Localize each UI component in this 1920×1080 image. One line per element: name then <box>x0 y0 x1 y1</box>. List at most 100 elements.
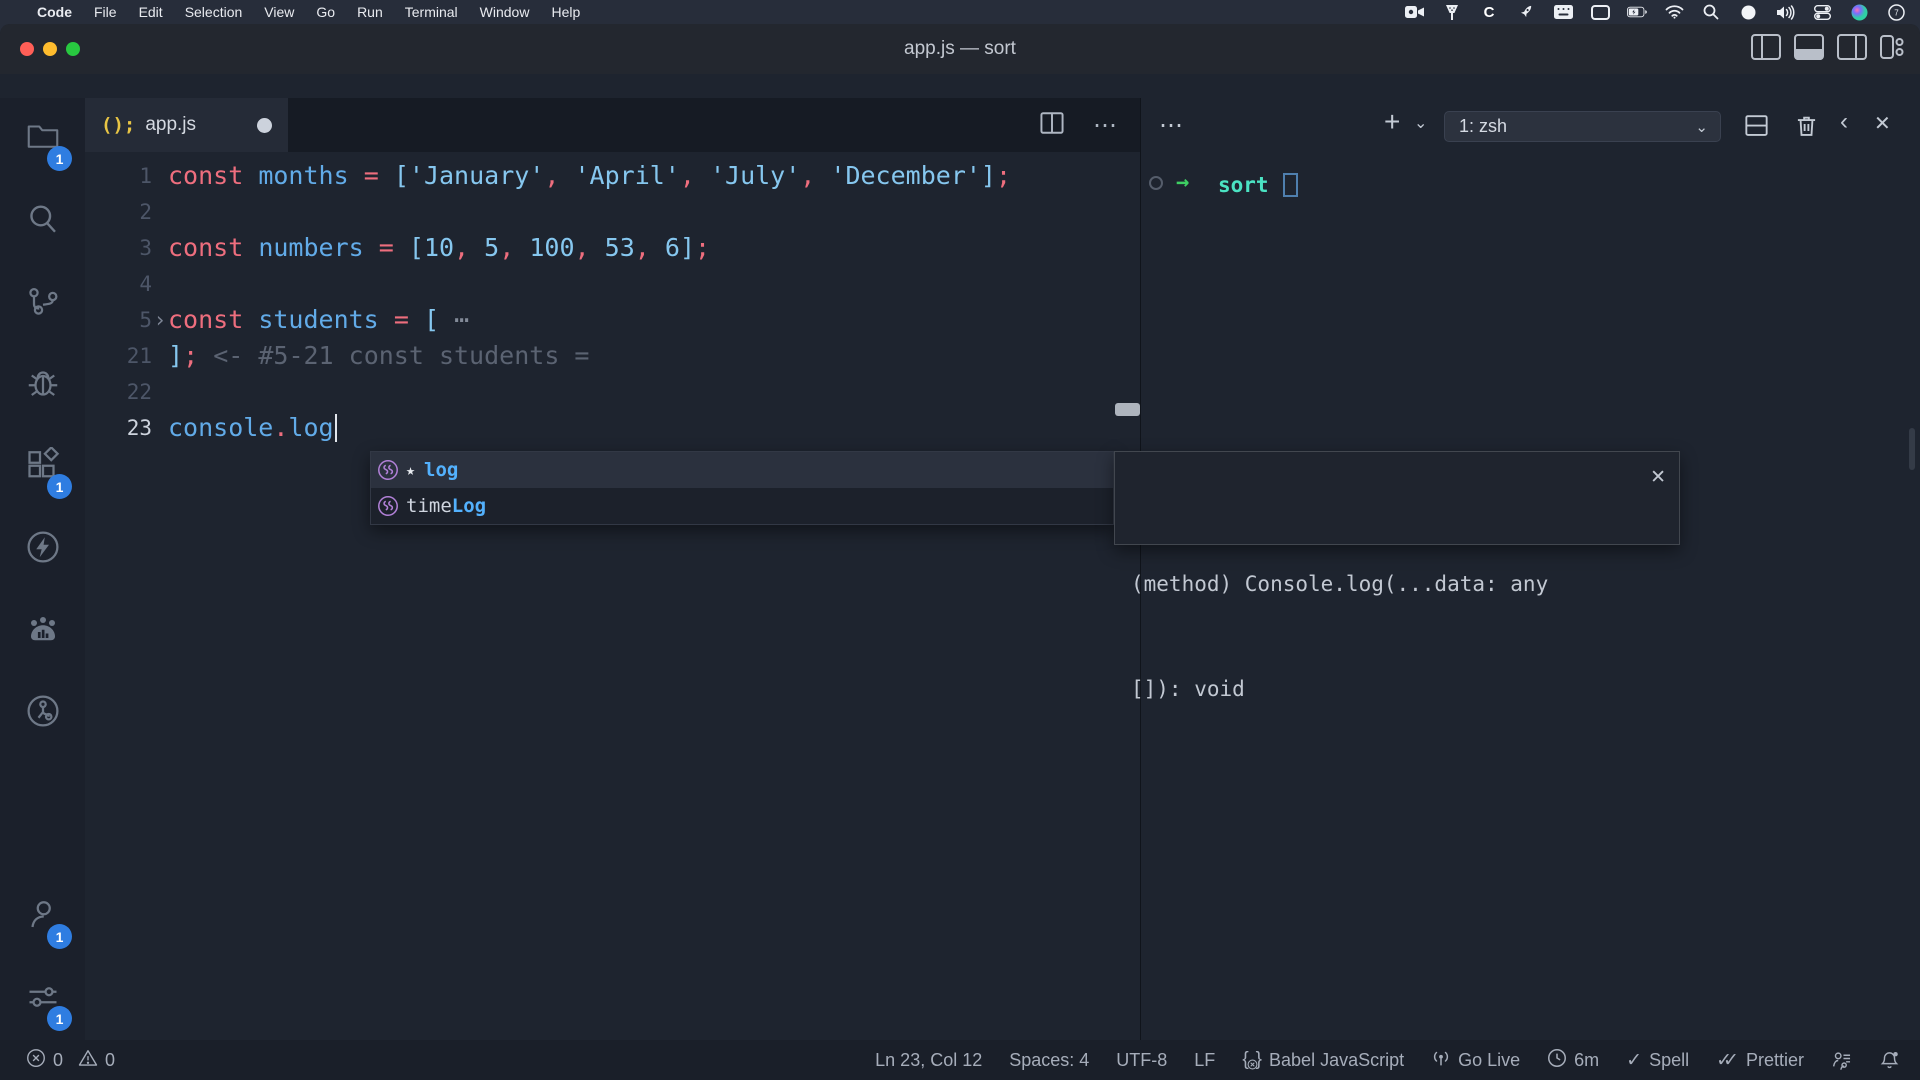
prettier-status[interactable]: ✓✓ Prettier <box>1716 1049 1804 1072</box>
keyboard-icon[interactable] <box>1553 3 1573 21</box>
menu-run[interactable]: Run <box>346 4 394 20</box>
c-logo-icon[interactable]: C <box>1479 3 1499 21</box>
split-terminal-icon[interactable] <box>1744 113 1769 143</box>
docs-signature-line1: (method) Console.log(...data: any <box>1131 567 1663 602</box>
code-line-21[interactable]: 21]; <- #5-21 const students = <box>85 338 1140 374</box>
stage-manager-icon[interactable] <box>1590 3 1610 21</box>
status-bar: 0 0 Ln 23, Col 12 Spaces: 4 UTF-8 LF {} … <box>0 1040 1920 1080</box>
toggle-primary-sidebar-icon[interactable] <box>1751 34 1781 65</box>
suggest-details-popup: ✕ (method) Console.log(...data: any []):… <box>1114 451 1680 545</box>
layout-controls <box>1751 24 1904 74</box>
close-panel-icon[interactable]: ✕ <box>1874 111 1891 136</box>
menu-terminal[interactable]: Terminal <box>394 4 469 20</box>
menu-selection[interactable]: Selection <box>174 4 254 20</box>
minimize-window-button[interactable] <box>43 42 57 56</box>
terminal-profile-select[interactable]: 1: zsh ⌄ <box>1444 111 1721 142</box>
volume-icon[interactable] <box>1775 3 1795 21</box>
new-terminal-icon[interactable]: + <box>1384 106 1400 138</box>
method-icon <box>377 459 399 481</box>
sidebar-item-fork-extension[interactable] <box>0 672 85 754</box>
sidebar-item-source-control[interactable] <box>0 262 85 344</box>
sidebar-item-explorer[interactable]: 1 <box>0 98 85 180</box>
eol-status[interactable]: LF <box>1194 1050 1215 1071</box>
terminal-profile-label: 1: zsh <box>1459 116 1507 137</box>
toggle-panel-icon[interactable] <box>1794 34 1824 65</box>
toggle-secondary-sidebar-icon[interactable] <box>1837 34 1867 65</box>
spotlight-search-icon[interactable] <box>1701 3 1721 21</box>
docs-signature-line2: []): void <box>1131 672 1663 707</box>
panel-chevron-left-icon[interactable]: ‹ <box>1840 108 1848 136</box>
fold-column <box>152 158 168 194</box>
fold-column <box>152 410 168 446</box>
code-line-5[interactable]: 5›const students = [ ⋯ <box>85 302 1140 338</box>
method-icon <box>377 495 399 517</box>
indentation-status[interactable]: Spaces: 4 <box>1009 1050 1089 1071</box>
menu-code[interactable]: Code <box>26 4 83 20</box>
sidebar-item-extensions[interactable]: 1 <box>0 426 85 508</box>
kill-terminal-trash-icon[interactable] <box>1794 113 1819 143</box>
sidebar-item-run-debug[interactable] <box>0 344 85 426</box>
code-line-22[interactable]: 22 <box>85 374 1140 410</box>
timer-clock-icon[interactable]: 7 <box>1886 3 1906 21</box>
terminal-scrollbar[interactable] <box>1909 428 1915 470</box>
rocket-icon[interactable] <box>1516 3 1536 21</box>
editor-more-actions-icon[interactable]: ⋯ <box>1093 111 1118 140</box>
panel-more-actions-icon[interactable]: ⋯ <box>1159 111 1184 140</box>
modified-dot-icon[interactable] <box>257 118 272 133</box>
code-line-1[interactable]: 1const months = ['January', 'April', 'Ju… <box>85 158 1140 194</box>
siri-icon[interactable] <box>1849 3 1869 21</box>
code-line-4[interactable]: 4 <box>85 266 1140 302</box>
close-window-button[interactable] <box>20 42 34 56</box>
cursor-position-status[interactable]: Ln 23, Col 12 <box>875 1050 982 1071</box>
paw-chart-icon <box>25 611 61 652</box>
sidebar-item-settings[interactable]: 1 <box>0 958 85 1040</box>
spell-checker-status[interactable]: ✓ Spell <box>1626 1049 1689 1072</box>
cleanshot-icon[interactable] <box>1442 3 1462 21</box>
timer-status[interactable]: 6m <box>1547 1048 1599 1073</box>
go-live-status[interactable]: Go Live <box>1431 1048 1520 1073</box>
search-icon <box>25 201 61 242</box>
problems-status[interactable]: 0 0 <box>0 1048 123 1073</box>
code-line-3[interactable]: 3const numbers = [10, 5, 100, 53, 6]; <box>85 230 1140 266</box>
tab-app-js[interactable]: (); app.js <box>85 98 288 152</box>
split-editor-icon[interactable] <box>1039 110 1065 141</box>
error-count: 0 <box>53 1050 63 1071</box>
code-line-2[interactable]: 2 <box>85 194 1140 230</box>
encoding-status[interactable]: UTF-8 <box>1116 1050 1167 1071</box>
sidebar-item-search[interactable] <box>0 180 85 262</box>
video-camera-icon[interactable] <box>1405 3 1425 21</box>
code-line-23[interactable]: 23console.log <box>85 410 1140 446</box>
sidebar-item-thunder-client[interactable] <box>0 508 85 590</box>
traffic-lights <box>20 24 80 74</box>
sidebar-item-accounts[interactable]: 1 <box>0 876 85 958</box>
customize-layout-icon[interactable] <box>1880 34 1904 65</box>
command-decoration-icon[interactable] <box>1149 176 1163 190</box>
menu-go[interactable]: Go <box>305 4 346 20</box>
close-icon[interactable]: ✕ <box>1650 460 1666 495</box>
window-titlebar[interactable]: app.js — sort <box>0 24 1920 74</box>
suggest-item-log[interactable]: ★ log <box>371 452 1113 488</box>
code-editor[interactable]: 1const months = ['January', 'April', 'Ju… <box>85 152 1140 1040</box>
menu-view[interactable]: View <box>253 4 305 20</box>
menu-window[interactable]: Window <box>469 4 541 20</box>
control-center-icon[interactable] <box>1812 3 1832 21</box>
spell-label: Spell <box>1649 1050 1689 1071</box>
zoom-window-button[interactable] <box>66 42 80 56</box>
battery-icon[interactable] <box>1627 3 1647 21</box>
macos-menubar: Code File Edit Selection View Go Run Ter… <box>0 0 1920 24</box>
menu-edit[interactable]: Edit <box>128 4 174 20</box>
feedback-person-icon[interactable] <box>1831 1050 1852 1071</box>
notifications-bell-icon[interactable] <box>1879 1050 1900 1071</box>
new-terminal-dropdown-icon[interactable]: ⌄ <box>1414 113 1427 133</box>
editor-scrollbar-handle[interactable] <box>1115 403 1140 416</box>
fold-chevron-icon[interactable]: › <box>152 302 168 338</box>
language-mode-status[interactable]: {} Babel JavaScript <box>1242 1049 1404 1071</box>
menu-file[interactable]: File <box>83 4 128 20</box>
wifi-icon[interactable] <box>1664 3 1684 21</box>
record-dot-icon[interactable] <box>1738 3 1758 21</box>
sidebar-item-paw-stats[interactable] <box>0 590 85 672</box>
menu-help[interactable]: Help <box>540 4 591 20</box>
fold-column <box>152 266 168 302</box>
suggest-item-timelog[interactable]: timeLog <box>371 488 1113 524</box>
line-number: 2 <box>85 194 152 230</box>
